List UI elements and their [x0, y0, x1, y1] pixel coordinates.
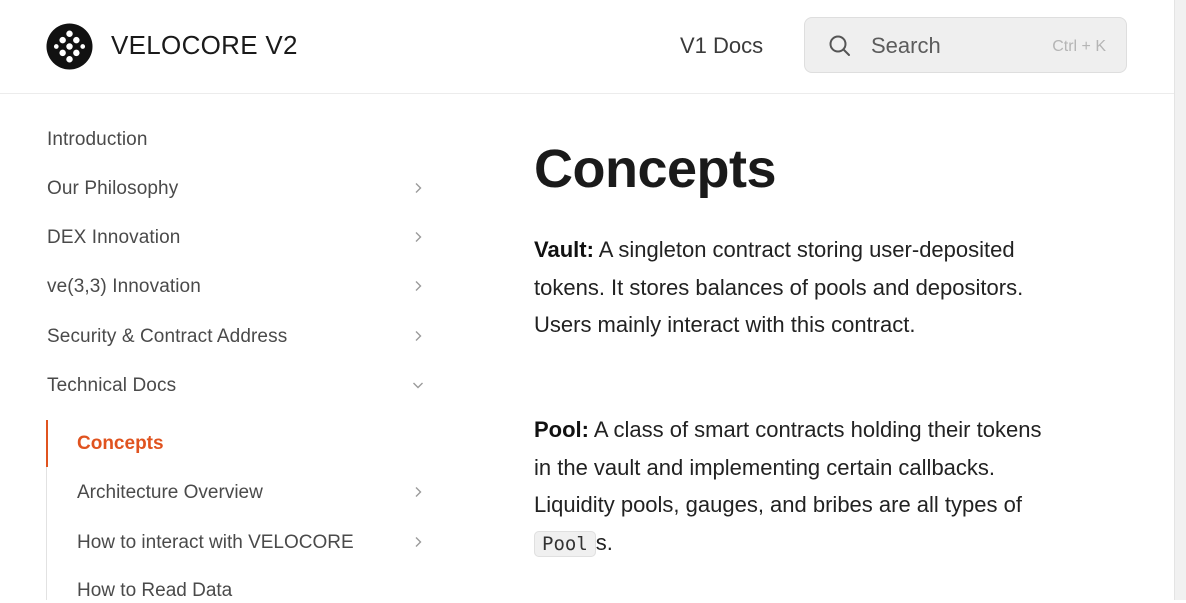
search-button[interactable]: Search Ctrl + K	[804, 17, 1127, 73]
chevron-right-icon[interactable]	[412, 182, 424, 194]
sidebar-subitem-architecture-overview[interactable]: Architecture Overview	[77, 481, 263, 505]
v1-docs-link[interactable]: V1 Docs	[680, 32, 763, 60]
sidebar-item-our-philosophy[interactable]: Our Philosophy	[47, 177, 178, 201]
pool-code: Pool	[534, 530, 596, 557]
vault-paragraph: Vault: A singleton contract storing user…	[534, 231, 1054, 344]
vault-term: Vault:	[534, 237, 594, 262]
sidebar-subitem-concepts[interactable]: Concepts	[77, 432, 164, 456]
top-header: VELOCORE V2 V1 Docs Search Ctrl + K	[0, 0, 1174, 94]
sidebar-item-ve33-innovation[interactable]: ve(3,3) Innovation	[47, 275, 201, 299]
chevron-right-icon[interactable]	[412, 486, 424, 498]
chevron-right-icon[interactable]	[412, 330, 424, 342]
chevron-right-icon[interactable]	[412, 536, 424, 548]
chevron-right-icon[interactable]	[412, 231, 424, 243]
pool-description: A class of smart contracts holding their…	[534, 417, 1042, 517]
active-indicator	[46, 420, 48, 467]
search-placeholder: Search	[871, 33, 941, 58]
sidebar-item-security-contract-address[interactable]: Security & Contract Address	[47, 325, 287, 349]
sidebar-subitem-how-to-read-data[interactable]: How to Read Data	[77, 579, 232, 603]
brand-name[interactable]: VELOCORE V2	[111, 28, 298, 62]
sidebar-item-dex-innovation[interactable]: DEX Innovation	[47, 226, 180, 250]
pool-paragraph: Pool: A class of smart contracts holding…	[534, 411, 1054, 563]
search-icon	[829, 35, 850, 56]
velocore-logo-icon[interactable]	[46, 23, 93, 70]
page-title: Concepts	[534, 139, 777, 199]
vault-description: A singleton contract storing user-deposi…	[534, 237, 1024, 337]
sidebar-item-technical-docs[interactable]: Technical Docs	[47, 374, 176, 398]
chevron-down-icon[interactable]	[412, 379, 424, 391]
sidebar-item-introduction[interactable]: Introduction	[47, 128, 148, 152]
pool-suffix: s.	[595, 529, 613, 555]
pool-term: Pool:	[534, 417, 589, 442]
sidebar-subitem-how-to-interact[interactable]: How to interact with VELOCORE	[77, 531, 354, 555]
page-scrollbar[interactable]	[1174, 0, 1186, 600]
chevron-right-icon[interactable]	[412, 280, 424, 292]
search-shortcut: Ctrl + K	[1052, 38, 1106, 55]
